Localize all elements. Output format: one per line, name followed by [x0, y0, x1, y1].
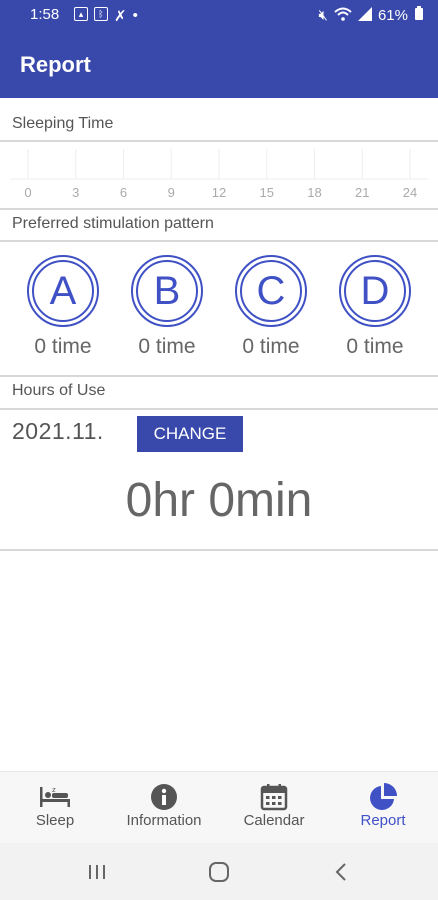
chart-tick-label: 18 [307, 185, 321, 200]
notification-dot-icon: • [132, 7, 138, 24]
mute-icon: 🔇︎ [318, 7, 328, 24]
pattern-c-count: 0 time [242, 335, 300, 358]
pattern-a-count: 0 time [34, 335, 92, 358]
chart-tick-label: 9 [168, 185, 175, 200]
chart-tick-label: 3 [72, 185, 79, 200]
system-navigation-bar [0, 843, 438, 900]
bluetooth-icon: ᛒ [94, 7, 108, 21]
bed-icon: z [0, 782, 110, 812]
chart-tick-label: 6 [120, 185, 127, 200]
status-time: 1:58 [30, 6, 60, 23]
info-icon [109, 782, 219, 812]
pattern-c-circle: C [235, 255, 307, 327]
pattern-c: C 0 time [233, 255, 309, 359]
chart-tick-label: 12 [212, 185, 226, 200]
sleeping-time-chart: 0 3 6 9 12 15 18 21 24 [10, 149, 428, 200]
signal-icon [357, 6, 372, 25]
divider [0, 208, 438, 210]
svg-text:z: z [52, 786, 56, 794]
nav-calendar[interactable]: Calendar [219, 782, 329, 829]
app-bar: Report [0, 32, 438, 98]
pattern-d: D 0 time [337, 255, 413, 359]
pattern-b-count: 0 time [138, 335, 196, 358]
pattern-label: Preferred stimulation pattern [12, 215, 214, 232]
nav-calendar-label: Calendar [243, 812, 305, 829]
gallery-icon: ▴ [74, 7, 88, 21]
pattern-d-circle: D [339, 255, 411, 327]
divider [0, 375, 438, 377]
missed-call-icon: ✗ [114, 8, 127, 25]
nav-report-label: Report [360, 812, 406, 829]
back-icon[interactable] [326, 859, 356, 885]
pie-chart-icon [328, 782, 438, 812]
nav-report[interactable]: Report [328, 782, 438, 829]
divider [0, 408, 438, 410]
divider [0, 240, 438, 242]
status-bar: 1:58 ▴ ᛒ ✗ • 🔇︎ 61% [0, 0, 438, 32]
pattern-b: B 0 time [129, 255, 205, 359]
chart-tick-label: 15 [260, 185, 274, 200]
nav-sleep-label: Sleep [35, 812, 75, 829]
sleeping-time-label: Sleeping Time [12, 115, 114, 132]
nav-sleep[interactable]: z Sleep [0, 782, 110, 829]
change-month-button[interactable]: CHANGE [137, 416, 243, 452]
nav-information[interactable]: Information [109, 782, 219, 829]
bottom-navigation: z Sleep Information Calendar Report [0, 771, 438, 844]
total-hours-of-use: 0hr 0min [125, 474, 313, 527]
chart-tick-label: 0 [24, 185, 31, 200]
recent-apps-icon[interactable] [82, 859, 112, 885]
pattern-d-count: 0 time [346, 335, 404, 358]
nav-information-label: Information [126, 812, 202, 829]
hours-of-use-label: Hours of Use [12, 382, 106, 399]
selected-month: 2021.11. [12, 418, 104, 444]
home-icon[interactable] [204, 859, 234, 885]
calendar-icon [219, 782, 329, 812]
divider [0, 549, 438, 551]
wifi-icon [334, 7, 352, 25]
pattern-a: A 0 time [25, 255, 101, 359]
chart-tick-label: 24 [403, 185, 417, 200]
page-title: Report [20, 52, 91, 77]
battery-level: 61% [377, 7, 408, 24]
divider [0, 140, 438, 142]
chart-tick-label: 21 [355, 185, 369, 200]
battery-icon [414, 6, 424, 25]
pattern-a-circle: A [27, 255, 99, 327]
pattern-b-circle: B [131, 255, 203, 327]
